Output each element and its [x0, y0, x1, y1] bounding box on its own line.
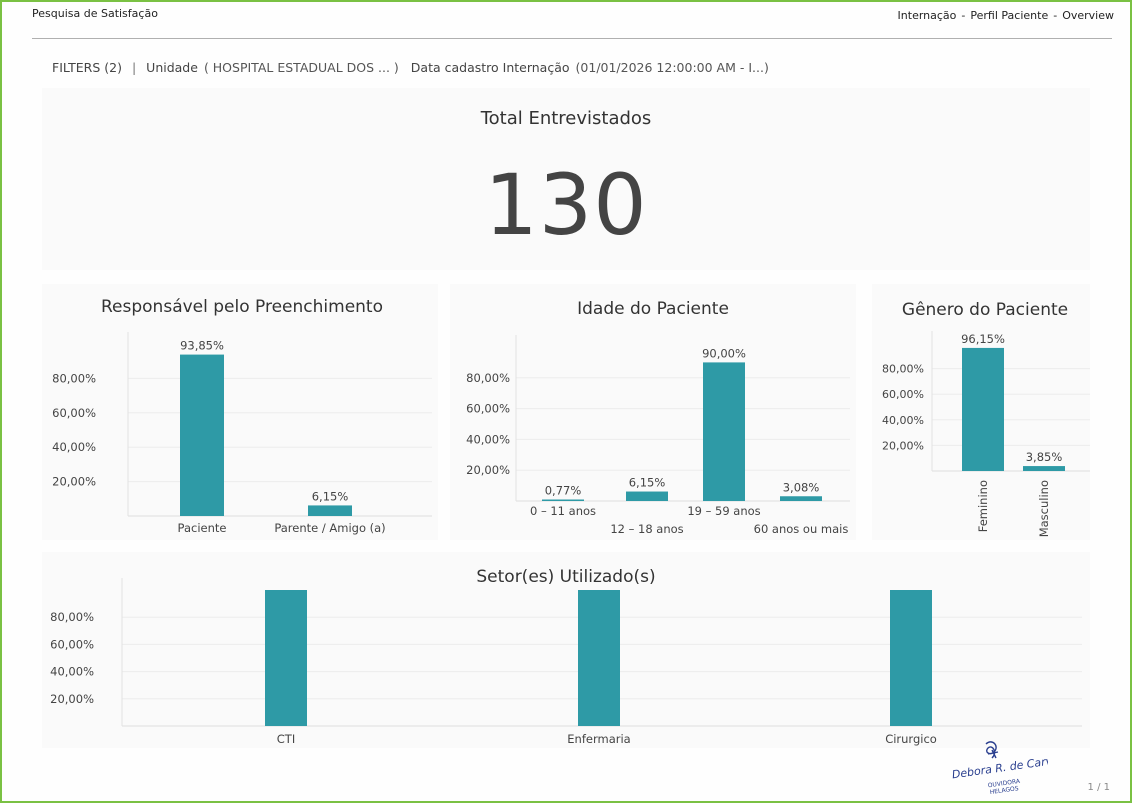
- chart-responsavel: Responsável pelo Preenchimento 20,00% 40,0…: [52, 297, 432, 535]
- category-label: Feminino: [976, 480, 990, 532]
- y-tick-label: 20,00%: [52, 475, 96, 489]
- category-label: Cirurgico: [885, 732, 937, 746]
- y-tick-label: 40,00%: [466, 432, 510, 446]
- data-label: 90,00%: [702, 346, 746, 360]
- data-label: 93,85%: [180, 339, 224, 353]
- category-label: Paciente: [178, 521, 227, 535]
- bar[interactable]: [962, 347, 1004, 471]
- filters-bar: FILTERS (2) | Unidade ( HOSPITAL ESTADUAL D…: [52, 60, 781, 75]
- y-tick-label: 80,00%: [466, 371, 510, 385]
- y-tick-label: 60,00%: [466, 402, 510, 416]
- chart-card-setor: Setor(es) Utilizado(s) 20,00% 40,00% 60,00%…: [42, 552, 1090, 748]
- category-label: CTI: [277, 732, 295, 746]
- bar[interactable]: [626, 491, 668, 501]
- chart-card-responsavel: Responsável pelo Preenchimento 20,00% 40,0…: [42, 284, 438, 540]
- kpi-title: Total Entrevistados: [480, 108, 652, 129]
- category-label: Masculino: [1037, 480, 1051, 537]
- bar[interactable]: [265, 590, 307, 726]
- chart-title: Idade do Paciente: [577, 299, 729, 319]
- y-tick-label: 60,00%: [52, 406, 96, 420]
- y-tick-label: 20,00%: [50, 692, 94, 706]
- breadcrumb-item-perfil[interactable]: Perfil Paciente: [970, 9, 1048, 22]
- kpi-card: Total Entrevistados 130: [42, 88, 1090, 270]
- category-label: Enfermaria: [567, 732, 630, 746]
- y-tick-label: 80,00%: [882, 363, 924, 376]
- data-label: 6,15%: [312, 489, 349, 503]
- filter-data-label[interactable]: Data cadastro Internação: [411, 60, 570, 75]
- bar[interactable]: [308, 505, 352, 516]
- bar[interactable]: [1023, 466, 1065, 471]
- chart-genero: Gênero do Paciente 20,00% 40,00% 60,00% 80,0…: [882, 300, 1090, 537]
- bar[interactable]: [780, 496, 822, 501]
- breadcrumb-item-internacao[interactable]: Internação: [898, 9, 957, 22]
- data-label: 3,08%: [783, 480, 820, 494]
- bar[interactable]: [890, 590, 932, 726]
- y-tick-label: 40,00%: [50, 665, 94, 679]
- data-label: 6,15%: [629, 476, 666, 490]
- category-label: Parente / Amigo (a): [274, 521, 385, 535]
- category-label: 12 – 18 anos: [610, 522, 683, 536]
- filter-unidade-label[interactable]: Unidade: [146, 60, 198, 75]
- category-label: 0 – 11 anos: [530, 504, 596, 518]
- bar[interactable]: [703, 362, 745, 501]
- filter-data-value[interactable]: (01/01/2026 12:00:00 AM - I...): [576, 60, 769, 75]
- filters-label[interactable]: FILTERS (2): [52, 60, 122, 75]
- svg-text:Debora R. de Carvalho: Debora R. de Carvalho: [951, 751, 1048, 781]
- category-label: 60 anos ou mais: [754, 522, 849, 536]
- bar[interactable]: [542, 499, 584, 502]
- chart-title: Responsável pelo Preenchimento: [101, 297, 383, 317]
- kpi-value: 130: [484, 156, 648, 254]
- filters-separator: |: [131, 60, 137, 75]
- category-label: 19 – 59 anos: [687, 504, 760, 518]
- y-tick-label: 40,00%: [882, 414, 924, 427]
- signature-stamp: Debora R. de Carvalho OUVIDORA HELAGOS: [951, 741, 1048, 796]
- breadcrumb-separator: -: [961, 9, 966, 22]
- page-number: 1 / 1: [1087, 782, 1110, 793]
- y-tick-label: 80,00%: [50, 610, 94, 624]
- y-tick-label: 60,00%: [50, 637, 94, 651]
- y-tick-label: 60,00%: [882, 388, 924, 401]
- filter-unidade-value[interactable]: ( HOSPITAL ESTADUAL DOS ... ): [204, 60, 399, 75]
- chart-card-genero: Gênero do Paciente 20,00% 40,00% 60,00% 80,0…: [872, 284, 1090, 540]
- breadcrumb: Internação - Perfil Paciente - Overview: [898, 9, 1114, 22]
- header-divider: [32, 38, 1112, 39]
- y-tick-label: 40,00%: [52, 440, 96, 454]
- chart-title: Gênero do Paciente: [902, 300, 1068, 320]
- chart-card-idade: Idade do Paciente 20,00% 40,00% 60,00% 80,00…: [450, 284, 856, 540]
- report-title: Pesquisa de Satisfação: [32, 7, 158, 20]
- breadcrumb-separator: -: [1053, 9, 1058, 22]
- data-label: 0,77%: [545, 484, 582, 498]
- chart-title: Setor(es) Utilizado(s): [476, 567, 655, 587]
- y-tick-label: 80,00%: [52, 371, 96, 385]
- breadcrumb-item-overview[interactable]: Overview: [1062, 9, 1114, 22]
- y-tick-label: 20,00%: [882, 439, 924, 452]
- y-tick-label: 20,00%: [466, 463, 510, 477]
- chart-idade: Idade do Paciente 20,00% 40,00% 60,00% 80,00…: [466, 299, 850, 536]
- data-label: 3,85%: [1026, 450, 1063, 464]
- data-label: 96,15%: [961, 332, 1005, 346]
- chart-setor: Setor(es) Utilizado(s) 20,00% 40,00% 60,00%…: [50, 567, 1082, 746]
- bar[interactable]: [578, 590, 620, 726]
- bar[interactable]: [180, 354, 224, 516]
